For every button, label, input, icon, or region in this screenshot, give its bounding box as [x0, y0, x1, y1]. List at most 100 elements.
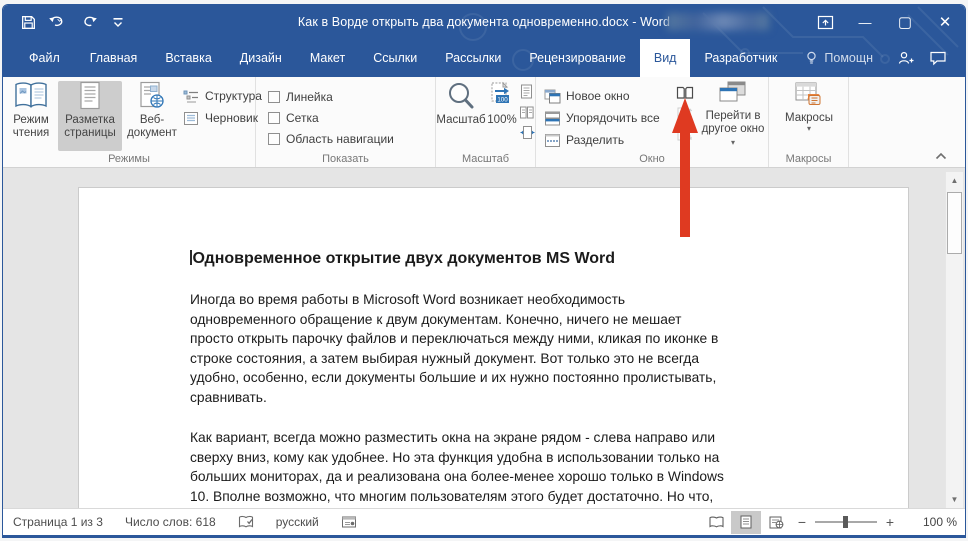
scrollbar-thumb[interactable] — [947, 192, 962, 254]
document-heading: Одновременное открытие двух документов M… — [190, 248, 812, 270]
group-show: Линейка Сетка Область навигации Показать — [256, 77, 436, 167]
tab-insert[interactable]: Вставка — [151, 39, 225, 77]
ribbon-tabs: Файл Главная Вставка Дизайн Макет Ссылки… — [3, 39, 965, 77]
maximize-button[interactable]: ▢ — [885, 5, 925, 39]
navigation-pane-checkbox[interactable]: Область навигации — [268, 128, 394, 149]
tab-file[interactable]: Файл — [13, 39, 76, 77]
tab-tell-me[interactable]: Помощн — [791, 39, 887, 77]
vertical-scrollbar[interactable]: ▲ ▼ — [945, 172, 963, 508]
quick-access-toolbar — [3, 9, 131, 35]
status-page-count[interactable]: Страница 1 из 3 — [13, 515, 103, 529]
arrange-all-icon — [544, 111, 561, 126]
text-cursor — [190, 250, 192, 265]
synchronous-scrolling-icon[interactable] — [677, 107, 693, 121]
zoom-slider[interactable] — [815, 521, 877, 523]
group-label-macros: Макросы — [769, 153, 848, 165]
page-width-icon[interactable] — [520, 126, 535, 139]
ribbon-display-options-icon[interactable] — [805, 5, 845, 39]
collapse-ribbon-button[interactable] — [933, 150, 949, 162]
zoom-icon — [446, 81, 476, 111]
share-icon[interactable] — [897, 50, 915, 66]
web-layout-button[interactable]: Веб-документ — [124, 81, 180, 151]
comments-icon[interactable] — [929, 50, 947, 66]
minimize-button[interactable]: — — [845, 5, 885, 39]
tab-review[interactable]: Рецензирование — [515, 39, 640, 77]
zoom-percentage[interactable]: 100 % — [909, 515, 957, 529]
undo-icon[interactable] — [43, 9, 75, 35]
scroll-up-icon[interactable]: ▲ — [946, 172, 963, 188]
status-word-count[interactable]: Число слов: 618 — [125, 515, 216, 529]
split-icon — [544, 133, 561, 148]
one-page-icon[interactable] — [520, 84, 533, 99]
outline-view-button[interactable]: Структура — [183, 85, 262, 107]
document-area: Одновременное открытие двух документов M… — [3, 168, 965, 508]
svg-text:100: 100 — [497, 96, 508, 103]
group-views: Режим чтения Разметка страницы Веб-докум… — [3, 77, 256, 167]
read-mode-icon — [12, 81, 50, 111]
group-window: Новое окно Упорядочить все Разделить — [536, 77, 769, 167]
draft-view-button[interactable]: Черновик — [183, 107, 262, 129]
proofing-status-icon[interactable] — [238, 515, 254, 530]
ruler-checkbox[interactable]: Линейка — [268, 86, 394, 107]
redacted-account-name — [667, 13, 769, 30]
multiple-pages-icon[interactable] — [520, 106, 534, 119]
ribbon-view-tab: Режим чтения Разметка страницы Веб-докум… — [3, 77, 965, 168]
redo-icon[interactable] — [77, 9, 103, 35]
view-print-layout-button[interactable] — [731, 511, 761, 534]
status-right: − + 100 % — [701, 511, 957, 534]
group-label-window: Окно — [536, 153, 768, 165]
tab-mailings[interactable]: Рассылки — [431, 39, 515, 77]
switch-windows-button[interactable]: Перейти вдругое окно ▾ — [700, 81, 766, 151]
tab-home[interactable]: Главная — [76, 39, 152, 77]
chevron-down-icon: ▾ — [731, 138, 735, 147]
print-layout-button[interactable]: Разметка страницы — [58, 81, 122, 151]
title-bar: Как в Ворде открыть два документа одновр… — [3, 5, 965, 39]
reset-window-position-icon[interactable] — [677, 128, 693, 142]
zoom-out-button[interactable]: − — [791, 514, 813, 530]
view-read-mode-button[interactable] — [701, 511, 731, 534]
group-label-show: Показать — [256, 153, 435, 165]
group-label-views: Режимы — [3, 153, 255, 165]
zoom-slider-thumb[interactable] — [843, 516, 848, 528]
outline-icon — [183, 89, 200, 104]
read-mode-button[interactable]: Режим чтения — [6, 81, 56, 151]
arrange-all-button[interactable]: Упорядочить все — [544, 107, 660, 129]
new-window-button[interactable]: Новое окно — [544, 85, 660, 107]
zoom-button[interactable]: Масштаб — [438, 81, 484, 151]
status-language[interactable]: русский — [276, 515, 319, 529]
zoom-100-button[interactable]: 100 100% — [484, 81, 520, 151]
tell-me-label: Помощн — [824, 51, 873, 65]
paragraph-2: Как вариант, всегда можно разместить окн… — [190, 428, 812, 506]
gridlines-checkbox[interactable]: Сетка — [268, 107, 394, 128]
navigation-pane-checkbox-box[interactable] — [268, 133, 280, 145]
status-bar: Страница 1 из 3 Число слов: 618 русский … — [3, 508, 965, 535]
new-window-icon — [544, 89, 561, 104]
close-button[interactable]: ✕ — [925, 5, 965, 39]
web-layout-icon — [139, 81, 165, 111]
zoom-100-icon: 100 — [489, 81, 515, 111]
lightbulb-icon — [805, 50, 818, 66]
word-window: Как в Ворде открыть два документа одновр… — [2, 4, 966, 538]
tab-layout[interactable]: Макет — [296, 39, 359, 77]
print-layout-icon — [78, 81, 102, 111]
document-page[interactable]: Одновременное открытие двух документов M… — [78, 187, 909, 508]
gridlines-checkbox-box[interactable] — [268, 112, 280, 124]
macro-recording-icon[interactable] — [341, 515, 357, 529]
view-web-layout-button[interactable] — [761, 511, 791, 534]
tab-developer[interactable]: Разработчик — [690, 39, 791, 77]
customize-qat-icon[interactable] — [105, 9, 131, 35]
group-label-zoom: Масштаб — [436, 153, 535, 165]
view-side-by-side-icon[interactable] — [676, 85, 694, 100]
ruler-checkbox-box[interactable] — [268, 91, 280, 103]
zoom-in-button[interactable]: + — [879, 514, 901, 530]
paragraph-1: Иногда во время работы в Microsoft Word … — [190, 290, 812, 407]
scroll-down-icon[interactable]: ▼ — [946, 491, 963, 507]
split-button[interactable]: Разделить — [544, 129, 660, 151]
tab-references[interactable]: Ссылки — [359, 39, 431, 77]
macros-button[interactable]: Макросы ▾ — [779, 81, 839, 151]
tab-design[interactable]: Дизайн — [226, 39, 296, 77]
group-zoom: Масштаб 100 100% Масштаб — [436, 77, 536, 167]
tab-view[interactable]: Вид — [640, 39, 691, 77]
chevron-down-icon: ▾ — [807, 125, 811, 133]
save-icon[interactable] — [15, 9, 41, 35]
